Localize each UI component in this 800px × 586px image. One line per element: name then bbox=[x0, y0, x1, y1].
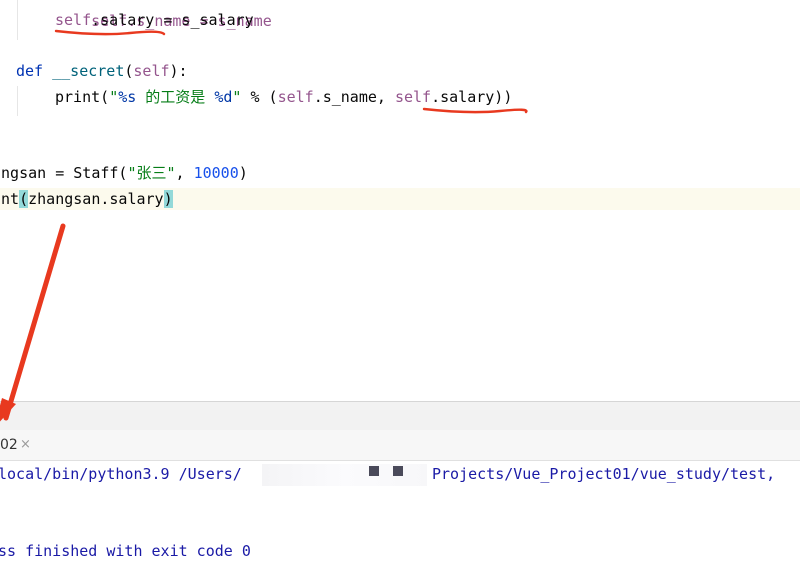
console-command-right: Projects/Vue_Project01/vue_study/test, bbox=[432, 465, 776, 483]
code-line-print-secret: print("%s 的工资是 %d" % (self.s_name, self.… bbox=[55, 88, 513, 106]
code-line-salary-assign: self.salary = s_salary bbox=[55, 11, 254, 29]
indent-guide bbox=[17, 0, 18, 40]
console-command-left: local/bin/python3.9 /Users/ bbox=[0, 465, 242, 483]
underline-self-salary-print bbox=[422, 107, 528, 114]
redaction-block bbox=[369, 466, 379, 476]
run-toolwindow-header bbox=[0, 401, 800, 431]
run-tab-bar: 02 × bbox=[0, 430, 800, 461]
code-line-zhangsan: angsan = Staff("张三", 10000) bbox=[0, 164, 248, 182]
run-tab-label[interactable]: 02 bbox=[0, 430, 18, 460]
console-exit-message: ss finished with exit code 0 bbox=[0, 542, 251, 560]
redaction-block bbox=[393, 466, 403, 476]
code-line-print-salary: int(zhangsan.salary) bbox=[0, 190, 173, 208]
code-line-def-secret: def __secret(self): bbox=[16, 62, 188, 80]
indent-guide bbox=[17, 86, 18, 116]
close-icon[interactable]: × bbox=[20, 430, 31, 460]
code-editor[interactable]: self.s_name = s_name self.salary = s_sal… bbox=[0, 0, 800, 400]
